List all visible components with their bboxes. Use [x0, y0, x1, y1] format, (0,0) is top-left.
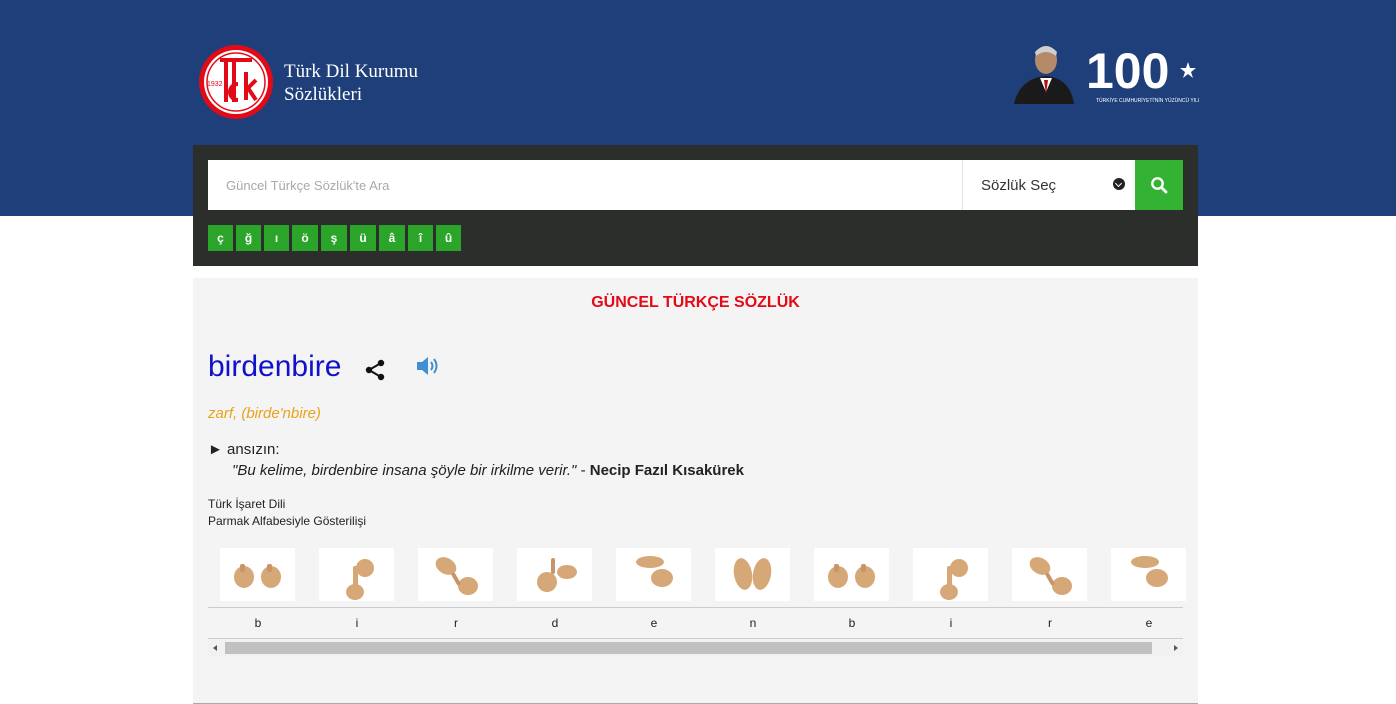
search-panel: Sözlük Seç ç ğ ı ö ş ü â î û [193, 145, 1198, 266]
sign-item: i [901, 544, 1000, 640]
part-of-speech: zarf, (birde'nbire) [208, 405, 321, 422]
hand-sign-image [319, 548, 394, 601]
sign-letter: i [949, 616, 953, 630]
hand-sign-image [1111, 548, 1186, 601]
sign-letter: b [848, 616, 856, 630]
sign-letter: r [1048, 616, 1052, 630]
sign-letter: b [254, 616, 262, 630]
entry-word: birdenbire [208, 350, 342, 383]
hand-sign-image [418, 548, 493, 601]
sign-letter: d [551, 616, 559, 630]
letter-button-dotless-i[interactable]: ı [264, 225, 289, 251]
sign-item: n [703, 544, 802, 640]
sign-item: b [208, 544, 307, 640]
svg-text:100: 100 [1086, 43, 1169, 99]
letter-button-s-cedilla[interactable]: ş [321, 225, 347, 251]
sign-item: i [307, 544, 406, 640]
search-button[interactable] [1135, 160, 1183, 210]
letter-button-i-circumflex[interactable]: î [408, 225, 433, 251]
sign-letter: e [1145, 616, 1153, 630]
scroll-thumb[interactable] [225, 642, 1152, 654]
brand-line-1: Türk Dil Kurumu [284, 61, 419, 82]
sign-item: r [1000, 544, 1099, 640]
divider [208, 638, 1183, 639]
brand-title[interactable]: Türk Dil Kurumu Sözlükleri [284, 60, 418, 106]
svg-text:1932: 1932 [207, 81, 223, 88]
search-input[interactable] [208, 160, 962, 210]
search-icon [1151, 177, 1168, 194]
centennial-100-logo: 100 TÜRKİYE CUMHURİYETİ'NİN YÜZÜNCÜ YILI [1086, 43, 1199, 104]
example-quote: "Bu kelime, birdenbire insana şöyle bir … [232, 462, 577, 479]
sign-language-title-line-1: Türk İşaret Dili [208, 497, 286, 511]
hand-sign-image [1012, 548, 1087, 601]
svg-text:TÜRKİYE CUMHURİYETİ'NİN YÜZÜNC: TÜRKİYE CUMHURİYETİ'NİN YÜZÜNCÜ YILI [1096, 97, 1199, 104]
letter-button-c-cedilla[interactable]: ç [208, 225, 233, 251]
meaning-line: ► ansızın: [208, 441, 280, 458]
hand-sign-image [220, 548, 295, 601]
example-line: "Bu kelime, birdenbire insana şöyle bir … [232, 462, 744, 479]
horizontal-scrollbar[interactable] [208, 640, 1183, 656]
letter-button-u-circumflex[interactable]: û [436, 225, 461, 251]
letter-button-g-breve[interactable]: ğ [236, 225, 261, 251]
meaning-marker: ► [208, 441, 223, 458]
divider [208, 607, 1183, 608]
sign-language-title: Türk İşaret Dili Parmak Alfabesiyle Göst… [208, 496, 366, 530]
letter-button-a-circumflex[interactable]: â [379, 225, 405, 251]
hand-sign-image [715, 548, 790, 601]
chevron-down-icon [1113, 178, 1125, 190]
speaker-icon[interactable] [415, 354, 441, 378]
sign-item: e [604, 544, 703, 640]
sign-letter: e [650, 616, 658, 630]
sign-alphabet-strip: b i r d e n b i r e [208, 544, 1186, 640]
entry-panel: GÜNCEL TÜRKÇE SÖZLÜK birdenbire zarf, (b… [193, 278, 1198, 704]
hand-sign-image [814, 548, 889, 601]
sign-item: r [406, 544, 505, 640]
brand-line-2: Sözlükleri [284, 84, 363, 105]
share-icon[interactable] [363, 358, 387, 382]
dictionary-select[interactable]: Sözlük Seç [962, 160, 1135, 210]
example-separator: - [580, 462, 586, 479]
sign-item: d [505, 544, 604, 640]
scroll-right-icon[interactable] [1174, 645, 1178, 651]
example-author: Necip Fazıl Kısakürek [589, 462, 744, 479]
sign-item: b [802, 544, 901, 640]
hand-sign-image [913, 548, 988, 601]
dictionary-select-label: Sözlük Seç [981, 177, 1057, 194]
special-letters-bar: ç ğ ı ö ş ü â î û [208, 225, 461, 251]
hand-sign-image [517, 548, 592, 601]
dictionary-title: GÜNCEL TÜRKÇE SÖZLÜK [591, 294, 800, 311]
letter-button-u-umlaut[interactable]: ü [350, 225, 376, 251]
sign-language-title-line-2: Parmak Alfabesiyle Gösterilişi [208, 514, 367, 528]
tdk-logo[interactable]: 1932 [198, 44, 274, 120]
sign-item: e [1099, 544, 1198, 640]
meaning-text: ansızın: [227, 441, 280, 458]
hand-sign-image [616, 548, 691, 601]
letter-button-o-umlaut[interactable]: ö [292, 225, 318, 251]
sign-letter: n [749, 616, 757, 630]
sign-letter: r [454, 616, 458, 630]
sign-letter: i [355, 616, 359, 630]
scroll-left-icon[interactable] [213, 645, 217, 651]
ataturk-portrait [1014, 46, 1074, 104]
